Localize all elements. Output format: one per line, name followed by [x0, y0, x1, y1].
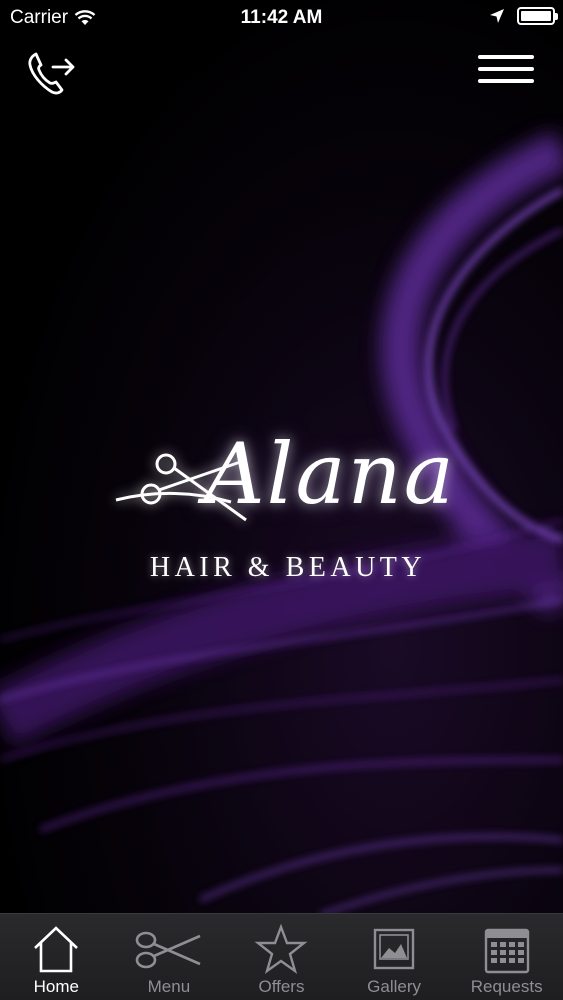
calendar-icon: [484, 928, 529, 974]
tab-offers-label: Offers: [258, 977, 305, 996]
salon-logo: Alana HAIR & BEAUTY: [96, 420, 476, 595]
tab-gallery-label: Gallery: [367, 977, 421, 996]
tab-requests-label: Requests: [470, 977, 543, 996]
status-bar: Carrier 11:42 AM: [0, 0, 563, 38]
tab-offers[interactable]: Offers: [225, 914, 338, 1000]
hamburger-icon: [478, 55, 534, 83]
phone-forward-icon: [28, 52, 75, 95]
call-button[interactable]: [26, 48, 78, 98]
tab-requests[interactable]: Requests: [450, 914, 563, 1000]
tab-menu-label: Menu: [147, 977, 191, 996]
picture-icon: [373, 928, 415, 970]
logo-tagline: HAIR & BEAUTY: [149, 552, 427, 583]
logo-name: Alana: [204, 425, 456, 523]
location-arrow-icon: [490, 9, 504, 23]
tab-gallery[interactable]: Gallery: [338, 914, 451, 1000]
scissors-icon: [135, 931, 201, 969]
star-icon: [255, 924, 308, 974]
hamburger-menu-button[interactable]: [478, 55, 534, 91]
battery-icon: [517, 7, 558, 25]
tab-home[interactable]: Home: [0, 914, 113, 1000]
status-time: 11:42 AM: [240, 7, 323, 28]
tab-home-label: Home: [33, 977, 79, 996]
home-icon: [34, 926, 79, 973]
status-right-group: [489, 7, 558, 25]
tab-menu[interactable]: Menu: [113, 914, 226, 1000]
tab-bar: Home Menu Offers Gallery Requests: [0, 913, 563, 1000]
home-screen: Carrier 11:42 AM Alana HAIR & BEAUTY Hom…: [0, 0, 563, 1000]
